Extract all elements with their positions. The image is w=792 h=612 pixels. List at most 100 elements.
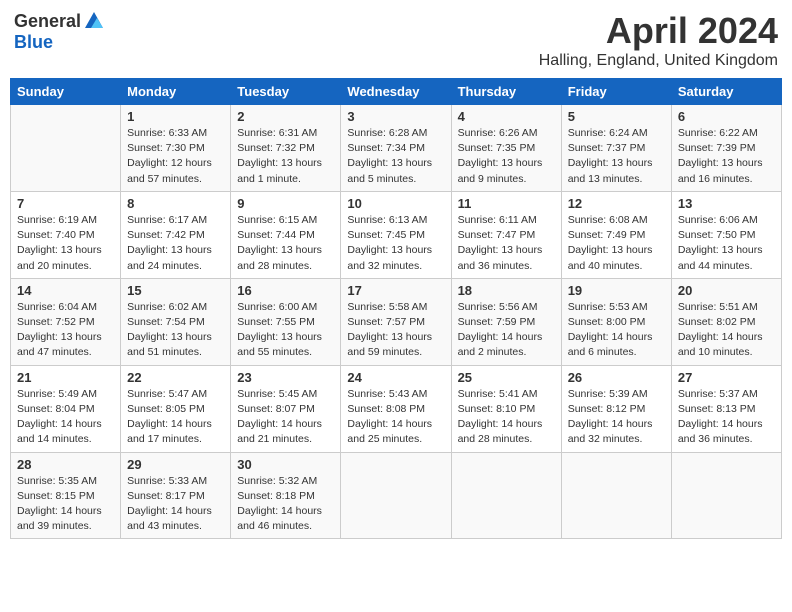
day-number: 29	[127, 457, 224, 472]
day-info: Sunrise: 5:39 AMSunset: 8:12 PMDaylight:…	[568, 387, 665, 448]
day-number: 17	[347, 283, 444, 298]
calendar-week-row: 1 Sunrise: 6:33 AMSunset: 7:30 PMDayligh…	[11, 105, 782, 192]
day-info: Sunrise: 6:31 AMSunset: 7:32 PMDaylight:…	[237, 126, 334, 187]
logo-blue-text: Blue	[14, 32, 53, 53]
day-info: Sunrise: 6:00 AMSunset: 7:55 PMDaylight:…	[237, 300, 334, 361]
calendar-cell: 19 Sunrise: 5:53 AMSunset: 8:00 PMDaylig…	[561, 278, 671, 365]
calendar-cell: 8 Sunrise: 6:17 AMSunset: 7:42 PMDayligh…	[121, 191, 231, 278]
day-number: 9	[237, 196, 334, 211]
day-number: 12	[568, 196, 665, 211]
day-number: 14	[17, 283, 114, 298]
day-number: 6	[678, 109, 775, 124]
day-number: 1	[127, 109, 224, 124]
day-header-saturday: Saturday	[671, 79, 781, 105]
day-header-wednesday: Wednesday	[341, 79, 451, 105]
day-info: Sunrise: 6:11 AMSunset: 7:47 PMDaylight:…	[458, 213, 555, 274]
day-number: 19	[568, 283, 665, 298]
day-info: Sunrise: 5:43 AMSunset: 8:08 PMDaylight:…	[347, 387, 444, 448]
day-number: 27	[678, 370, 775, 385]
calendar-week-row: 14 Sunrise: 6:04 AMSunset: 7:52 PMDaylig…	[11, 278, 782, 365]
calendar-cell: 13 Sunrise: 6:06 AMSunset: 7:50 PMDaylig…	[671, 191, 781, 278]
day-info: Sunrise: 5:35 AMSunset: 8:15 PMDaylight:…	[17, 474, 114, 535]
day-info: Sunrise: 6:19 AMSunset: 7:40 PMDaylight:…	[17, 213, 114, 274]
calendar-cell: 5 Sunrise: 6:24 AMSunset: 7:37 PMDayligh…	[561, 105, 671, 192]
day-info: Sunrise: 5:37 AMSunset: 8:13 PMDaylight:…	[678, 387, 775, 448]
day-header-monday: Monday	[121, 79, 231, 105]
day-number: 13	[678, 196, 775, 211]
day-number: 26	[568, 370, 665, 385]
day-number: 20	[678, 283, 775, 298]
calendar-cell: 30 Sunrise: 5:32 AMSunset: 8:18 PMDaylig…	[231, 452, 341, 539]
day-info: Sunrise: 6:02 AMSunset: 7:54 PMDaylight:…	[127, 300, 224, 361]
calendar-cell: 20 Sunrise: 5:51 AMSunset: 8:02 PMDaylig…	[671, 278, 781, 365]
day-header-sunday: Sunday	[11, 79, 121, 105]
day-number: 15	[127, 283, 224, 298]
day-number: 24	[347, 370, 444, 385]
day-number: 18	[458, 283, 555, 298]
day-header-tuesday: Tuesday	[231, 79, 341, 105]
day-info: Sunrise: 6:26 AMSunset: 7:35 PMDaylight:…	[458, 126, 555, 187]
day-number: 8	[127, 196, 224, 211]
day-number: 23	[237, 370, 334, 385]
day-info: Sunrise: 6:15 AMSunset: 7:44 PMDaylight:…	[237, 213, 334, 274]
day-number: 28	[17, 457, 114, 472]
calendar-cell: 10 Sunrise: 6:13 AMSunset: 7:45 PMDaylig…	[341, 191, 451, 278]
day-info: Sunrise: 5:45 AMSunset: 8:07 PMDaylight:…	[237, 387, 334, 448]
day-info: Sunrise: 5:33 AMSunset: 8:17 PMDaylight:…	[127, 474, 224, 535]
day-info: Sunrise: 5:53 AMSunset: 8:00 PMDaylight:…	[568, 300, 665, 361]
day-header-friday: Friday	[561, 79, 671, 105]
calendar-cell: 15 Sunrise: 6:02 AMSunset: 7:54 PMDaylig…	[121, 278, 231, 365]
calendar-cell: 1 Sunrise: 6:33 AMSunset: 7:30 PMDayligh…	[121, 105, 231, 192]
day-info: Sunrise: 5:58 AMSunset: 7:57 PMDaylight:…	[347, 300, 444, 361]
day-info: Sunrise: 5:56 AMSunset: 7:59 PMDaylight:…	[458, 300, 555, 361]
calendar-title: April 2024	[539, 10, 778, 52]
day-number: 25	[458, 370, 555, 385]
day-header-thursday: Thursday	[451, 79, 561, 105]
logo-icon	[83, 10, 105, 32]
day-number: 30	[237, 457, 334, 472]
day-info: Sunrise: 6:04 AMSunset: 7:52 PMDaylight:…	[17, 300, 114, 361]
day-info: Sunrise: 6:06 AMSunset: 7:50 PMDaylight:…	[678, 213, 775, 274]
calendar-cell: 2 Sunrise: 6:31 AMSunset: 7:32 PMDayligh…	[231, 105, 341, 192]
calendar-cell: 16 Sunrise: 6:00 AMSunset: 7:55 PMDaylig…	[231, 278, 341, 365]
day-number: 16	[237, 283, 334, 298]
calendar-week-row: 7 Sunrise: 6:19 AMSunset: 7:40 PMDayligh…	[11, 191, 782, 278]
page-header: General Blue April 2024 Halling, England…	[10, 10, 782, 70]
calendar-cell: 3 Sunrise: 6:28 AMSunset: 7:34 PMDayligh…	[341, 105, 451, 192]
day-number: 11	[458, 196, 555, 211]
calendar-cell: 7 Sunrise: 6:19 AMSunset: 7:40 PMDayligh…	[11, 191, 121, 278]
calendar-cell	[561, 452, 671, 539]
calendar-cell: 27 Sunrise: 5:37 AMSunset: 8:13 PMDaylig…	[671, 365, 781, 452]
calendar-table: SundayMondayTuesdayWednesdayThursdayFrid…	[10, 78, 782, 539]
calendar-header-row: SundayMondayTuesdayWednesdayThursdayFrid…	[11, 79, 782, 105]
calendar-week-row: 21 Sunrise: 5:49 AMSunset: 8:04 PMDaylig…	[11, 365, 782, 452]
calendar-cell: 25 Sunrise: 5:41 AMSunset: 8:10 PMDaylig…	[451, 365, 561, 452]
day-info: Sunrise: 6:08 AMSunset: 7:49 PMDaylight:…	[568, 213, 665, 274]
calendar-cell	[341, 452, 451, 539]
calendar-cell	[11, 105, 121, 192]
calendar-cell: 29 Sunrise: 5:33 AMSunset: 8:17 PMDaylig…	[121, 452, 231, 539]
day-info: Sunrise: 5:47 AMSunset: 8:05 PMDaylight:…	[127, 387, 224, 448]
calendar-cell: 6 Sunrise: 6:22 AMSunset: 7:39 PMDayligh…	[671, 105, 781, 192]
logo-general-text: General	[14, 11, 81, 32]
title-section: April 2024 Halling, England, United King…	[539, 10, 778, 70]
day-number: 21	[17, 370, 114, 385]
day-number: 3	[347, 109, 444, 124]
logo: General Blue	[14, 10, 105, 53]
day-number: 5	[568, 109, 665, 124]
calendar-cell: 11 Sunrise: 6:11 AMSunset: 7:47 PMDaylig…	[451, 191, 561, 278]
day-number: 10	[347, 196, 444, 211]
day-info: Sunrise: 6:24 AMSunset: 7:37 PMDaylight:…	[568, 126, 665, 187]
day-number: 4	[458, 109, 555, 124]
day-info: Sunrise: 5:49 AMSunset: 8:04 PMDaylight:…	[17, 387, 114, 448]
day-info: Sunrise: 5:41 AMSunset: 8:10 PMDaylight:…	[458, 387, 555, 448]
calendar-cell: 9 Sunrise: 6:15 AMSunset: 7:44 PMDayligh…	[231, 191, 341, 278]
calendar-cell: 23 Sunrise: 5:45 AMSunset: 8:07 PMDaylig…	[231, 365, 341, 452]
calendar-cell: 22 Sunrise: 5:47 AMSunset: 8:05 PMDaylig…	[121, 365, 231, 452]
day-number: 2	[237, 109, 334, 124]
day-info: Sunrise: 6:13 AMSunset: 7:45 PMDaylight:…	[347, 213, 444, 274]
day-info: Sunrise: 6:17 AMSunset: 7:42 PMDaylight:…	[127, 213, 224, 274]
day-info: Sunrise: 6:22 AMSunset: 7:39 PMDaylight:…	[678, 126, 775, 187]
calendar-week-row: 28 Sunrise: 5:35 AMSunset: 8:15 PMDaylig…	[11, 452, 782, 539]
calendar-cell: 12 Sunrise: 6:08 AMSunset: 7:49 PMDaylig…	[561, 191, 671, 278]
